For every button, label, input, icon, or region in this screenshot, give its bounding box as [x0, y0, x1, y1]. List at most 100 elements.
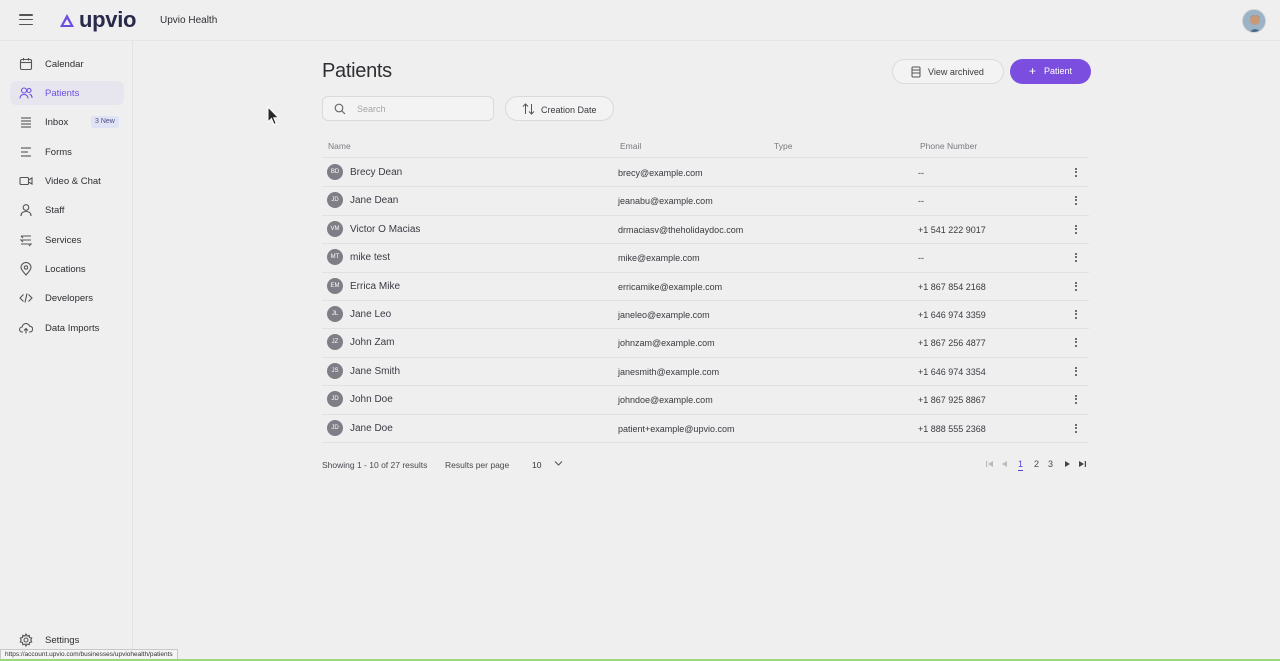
sidebar-item-label: Settings: [45, 634, 80, 646]
patient-phone: --: [918, 253, 924, 263]
sidebar-item-developers[interactable]: Developers: [10, 286, 124, 310]
table-row[interactable]: VM Victor O Macias drmaciasv@theholidaydoc…: [322, 215, 1089, 243]
more-options-icon[interactable]: [1070, 280, 1082, 294]
menu-icon[interactable]: [19, 14, 33, 26]
sidebar-item-services[interactable]: Services: [10, 228, 124, 252]
sidebar-item-calendar[interactable]: Calendar: [10, 52, 124, 76]
table-row[interactable]: JL Jane Leo janeleo@example.com +1 646 974 …: [322, 300, 1089, 328]
more-options-icon[interactable]: [1070, 336, 1082, 350]
organization-name[interactable]: Upvio Health: [160, 15, 217, 26]
column-header-email[interactable]: Email: [620, 141, 641, 151]
patient-phone: +1 541 222 9017: [918, 225, 986, 235]
sidebar-item-label: Developers: [45, 292, 94, 304]
patient-avatar: JZ: [327, 334, 343, 350]
search-input[interactable]: [357, 102, 487, 116]
column-header-type[interactable]: Type: [774, 141, 792, 151]
next-page-icon[interactable]: [1063, 460, 1071, 468]
patient-name[interactable]: Jane Dean: [350, 195, 398, 206]
sidebar-item-label: Staff: [45, 204, 65, 216]
table-row[interactable]: JD Jane Doe patient+example@upvio.com +1 88…: [322, 414, 1089, 442]
user-avatar[interactable]: [1242, 9, 1266, 33]
sidebar-item-locations[interactable]: Locations: [10, 257, 124, 281]
results-per-page-label: Results per page: [445, 460, 510, 470]
table-row[interactable]: MT mike test mike@example.com --: [322, 243, 1089, 271]
more-options-icon[interactable]: [1070, 194, 1082, 208]
patient-email: johnzam@example.com: [618, 338, 715, 348]
sidebar-item-label: Patients: [45, 87, 80, 99]
sort-arrows-icon: [522, 103, 535, 115]
patient-avatar: MT: [327, 249, 343, 265]
cloud-upload-icon: [19, 323, 33, 334]
table-row[interactable]: JD John Doe johndoe@example.com +1 867 925 …: [322, 385, 1089, 413]
patient-email: janeleo@example.com: [618, 310, 710, 320]
table-row[interactable]: JZ John Zam johnzam@example.com +1 867 256 …: [322, 328, 1089, 356]
sidebar-item-label: Locations: [45, 263, 86, 275]
first-page-icon[interactable]: [986, 460, 994, 468]
view-archived-button[interactable]: View archived: [892, 59, 1004, 84]
patient-phone: +1 646 974 3359: [918, 310, 986, 320]
page-3-link[interactable]: 3: [1048, 459, 1053, 469]
table-row[interactable]: JS Jane Smith janesmith@example.com +1 646 …: [322, 357, 1089, 385]
patient-avatar: JD: [327, 420, 343, 436]
more-options-icon[interactable]: [1070, 422, 1082, 436]
more-options-icon[interactable]: [1070, 251, 1082, 265]
top-bar: upvio Upvio Health: [0, 0, 1280, 41]
more-options-icon[interactable]: [1070, 308, 1082, 322]
table-row[interactable]: EM Errica Mike erricamike@example.com +1 86…: [322, 272, 1089, 300]
avatar-image: [1243, 10, 1265, 32]
gear-icon: [19, 633, 33, 647]
sidebar-item-label: Video & Chat: [45, 175, 101, 187]
logo-text: upvio: [79, 7, 137, 32]
sidebar-item-patients[interactable]: Patients: [10, 81, 124, 105]
patient-name[interactable]: Errica Mike: [350, 281, 400, 292]
patient-phone: +1 867 256 4877: [918, 338, 986, 348]
sidebar-item-forms[interactable]: Forms: [10, 140, 124, 164]
calendar-icon: [19, 58, 33, 71]
sidebar-item-data-imports[interactable]: Data Imports: [10, 316, 124, 340]
table-row[interactable]: JD Jane Dean jeanabu@example.com --: [322, 186, 1089, 214]
chevron-down-icon: [554, 461, 563, 466]
add-patient-button[interactable]: + Patient: [1010, 59, 1091, 84]
column-header-phone[interactable]: Phone Number: [920, 141, 977, 151]
more-options-icon[interactable]: [1070, 365, 1082, 379]
patient-name[interactable]: Jane Doe: [350, 423, 393, 434]
search-icon: [334, 103, 346, 115]
search-box[interactable]: [322, 96, 494, 121]
patient-name[interactable]: Jane Smith: [350, 366, 400, 377]
sidebar-item-inbox[interactable]: Inbox 3 New: [10, 110, 124, 134]
results-per-page-value: 10: [532, 460, 542, 470]
sidebar-item-video-chat[interactable]: Video & Chat: [10, 169, 124, 193]
sort-button[interactable]: Creation Date: [505, 96, 614, 121]
patient-avatar: JD: [327, 391, 343, 407]
page-1-link[interactable]: 1: [1018, 459, 1024, 471]
plus-icon: +: [1029, 64, 1037, 78]
previous-page-icon[interactable]: [1001, 460, 1009, 468]
sidebar-item-label: Forms: [45, 146, 72, 158]
patient-name[interactable]: John Zam: [350, 337, 394, 348]
patient-email: erricamike@example.com: [618, 282, 723, 292]
logo[interactable]: upvio: [60, 9, 136, 31]
services-icon: [19, 235, 33, 247]
patient-phone: +1 867 925 8867: [918, 395, 986, 405]
column-header-name[interactable]: Name: [328, 141, 351, 151]
patient-name[interactable]: mike test: [350, 252, 390, 263]
patient-name[interactable]: Brecy Dean: [350, 167, 402, 178]
more-options-icon[interactable]: [1070, 223, 1082, 237]
page-2-link[interactable]: 2: [1034, 459, 1039, 469]
sidebar-item-staff[interactable]: Staff: [10, 198, 124, 222]
more-options-icon[interactable]: [1070, 166, 1082, 180]
code-icon: [19, 293, 33, 303]
patient-name[interactable]: Victor O Macias: [350, 224, 420, 235]
patient-name[interactable]: John Doe: [350, 394, 393, 405]
patient-avatar: JS: [327, 363, 343, 379]
patient-name[interactable]: Jane Leo: [350, 309, 391, 320]
patient-avatar: VM: [327, 221, 343, 237]
inbox-new-badge: 3 New: [91, 116, 119, 128]
table-row[interactable]: BD Brecy Dean brecy@example.com --: [322, 158, 1089, 186]
last-page-icon[interactable]: [1078, 460, 1086, 468]
more-options-icon[interactable]: [1070, 393, 1082, 407]
patient-phone: --: [918, 168, 924, 178]
results-per-page-select[interactable]: 10: [527, 454, 571, 474]
video-icon: [19, 176, 33, 186]
forms-icon: [21, 147, 31, 157]
